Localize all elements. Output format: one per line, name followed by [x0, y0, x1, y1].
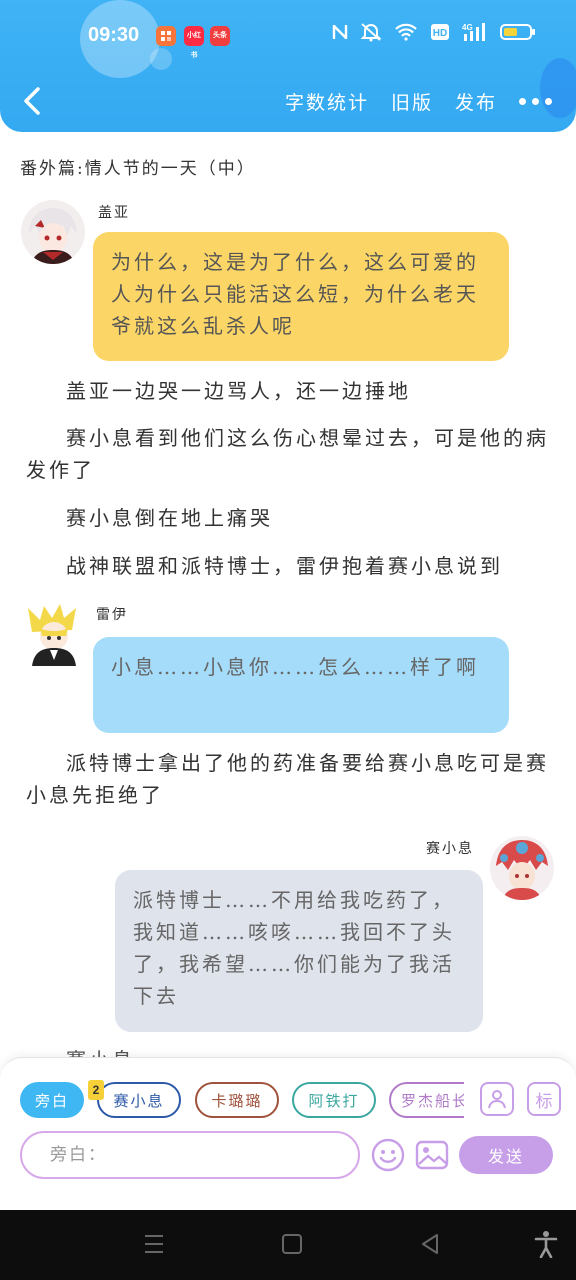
narration-paragraph[interactable]: 赛小息看到他们这么伤心想晕过去，可是他的病发作了 [26, 422, 552, 486]
xiaohongshu-app-icon: 小红书 [184, 26, 204, 59]
narration-paragraph[interactable]: 派特博士拿出了他的药准备要给赛小息吃可是赛小息先拒绝了 [26, 747, 552, 811]
back-nav-icon[interactable] [419, 1232, 441, 1256]
word-count-button[interactable]: 字数统计 [285, 88, 369, 115]
role-chip-luojie[interactable]: 罗杰船长 [389, 1082, 464, 1118]
narration-paragraph[interactable]: 盖亚一边哭一边骂人，还一边捶地 [26, 375, 552, 407]
toutiao-app-icon: 头条 [210, 26, 230, 46]
menu-icon[interactable] [143, 1232, 165, 1256]
nfc-icon [332, 25, 348, 39]
message-input[interactable] [20, 1131, 360, 1179]
message-bubble-saixiaoxi[interactable]: 派特博士……不用给我吃药了，我知道……咳咳……我回不了头了，我希望……你们能为了… [115, 870, 483, 1032]
publish-button[interactable]: 发布 [455, 88, 497, 115]
hd-icon: HD [431, 24, 449, 40]
role-count-badge: 2 [88, 1080, 104, 1100]
message-bubble-gaiya[interactable]: 为什么，这是为了什么，这么可爱的人为什么只能活这么短，为什么老天爷就这么乱杀人呢 [93, 232, 509, 361]
app-header: 09:30 小红书 头条 HD 4G 字数统计 旧版 发布 [0, 0, 576, 132]
accessibility-icon[interactable] [534, 1230, 558, 1258]
speaker-name: 雷伊 [96, 607, 128, 623]
top-nav: 字数统计 旧版 发布 [0, 78, 576, 124]
mute-icon [360, 23, 382, 42]
avatar-saixiaoxi[interactable] [490, 836, 554, 900]
image-icon[interactable] [415, 1138, 449, 1172]
status-bar: 09:30 小红书 头条 HD 4G [0, 0, 576, 72]
battery-icon [500, 24, 535, 40]
tag-icon[interactable]: 标 [527, 1082, 561, 1116]
role-manage-icon[interactable] [480, 1082, 514, 1116]
chapter-title: 番外篇:情人节的一天（中） [20, 159, 256, 179]
message-bubble-leiyi[interactable]: 小息……小息你……怎么……样了啊 [93, 637, 509, 733]
role-chip-clip: 罗杰船长 [389, 1082, 464, 1118]
avatar-gaiya[interactable] [21, 200, 85, 264]
svg-text:HD: HD [433, 28, 447, 39]
narration-paragraph-partial: 赛小息…… [26, 1044, 552, 1057]
wifi-icon [395, 23, 417, 41]
app-icon-1 [156, 26, 176, 46]
role-chip-kalulu[interactable]: 卡璐璐 [195, 1082, 279, 1118]
old-version-button[interactable]: 旧版 [391, 88, 433, 115]
emoji-icon[interactable] [371, 1138, 405, 1172]
speaker-name: 盖亚 [98, 205, 130, 221]
role-chip-narration[interactable]: 旁白 [20, 1082, 84, 1118]
send-button[interactable]: 发送 [459, 1136, 553, 1174]
role-chip-saixiaoxi[interactable]: 赛小息 [97, 1082, 181, 1118]
narration-paragraph[interactable]: 战神联盟和派特博士，雷伊抱着赛小息说到 [26, 550, 552, 582]
system-nav-bar [0, 1210, 576, 1280]
more-icon[interactable] [519, 98, 552, 105]
status-time: 09:30 [88, 24, 140, 46]
story-content[interactable]: 番外篇:情人节的一天（中） 盖亚 为什么，这是为了什么，这么可爱的人为什么只能活… [0, 132, 576, 1057]
back-icon[interactable] [18, 84, 48, 118]
home-icon[interactable] [281, 1232, 303, 1256]
avatar-leiyi[interactable] [22, 602, 86, 666]
role-chip-atieda[interactable]: 阿铁打 [292, 1082, 376, 1118]
svg-text:4G: 4G [462, 23, 473, 32]
narration-paragraph[interactable]: 赛小息倒在地上痛哭 [26, 502, 552, 534]
composer-panel: 旁白 2 赛小息 卡璐璐 阿铁打 罗杰船长 标 发送 [0, 1057, 576, 1210]
signal-icon: 4G [462, 23, 485, 41]
speaker-name: 赛小息 [426, 841, 474, 857]
